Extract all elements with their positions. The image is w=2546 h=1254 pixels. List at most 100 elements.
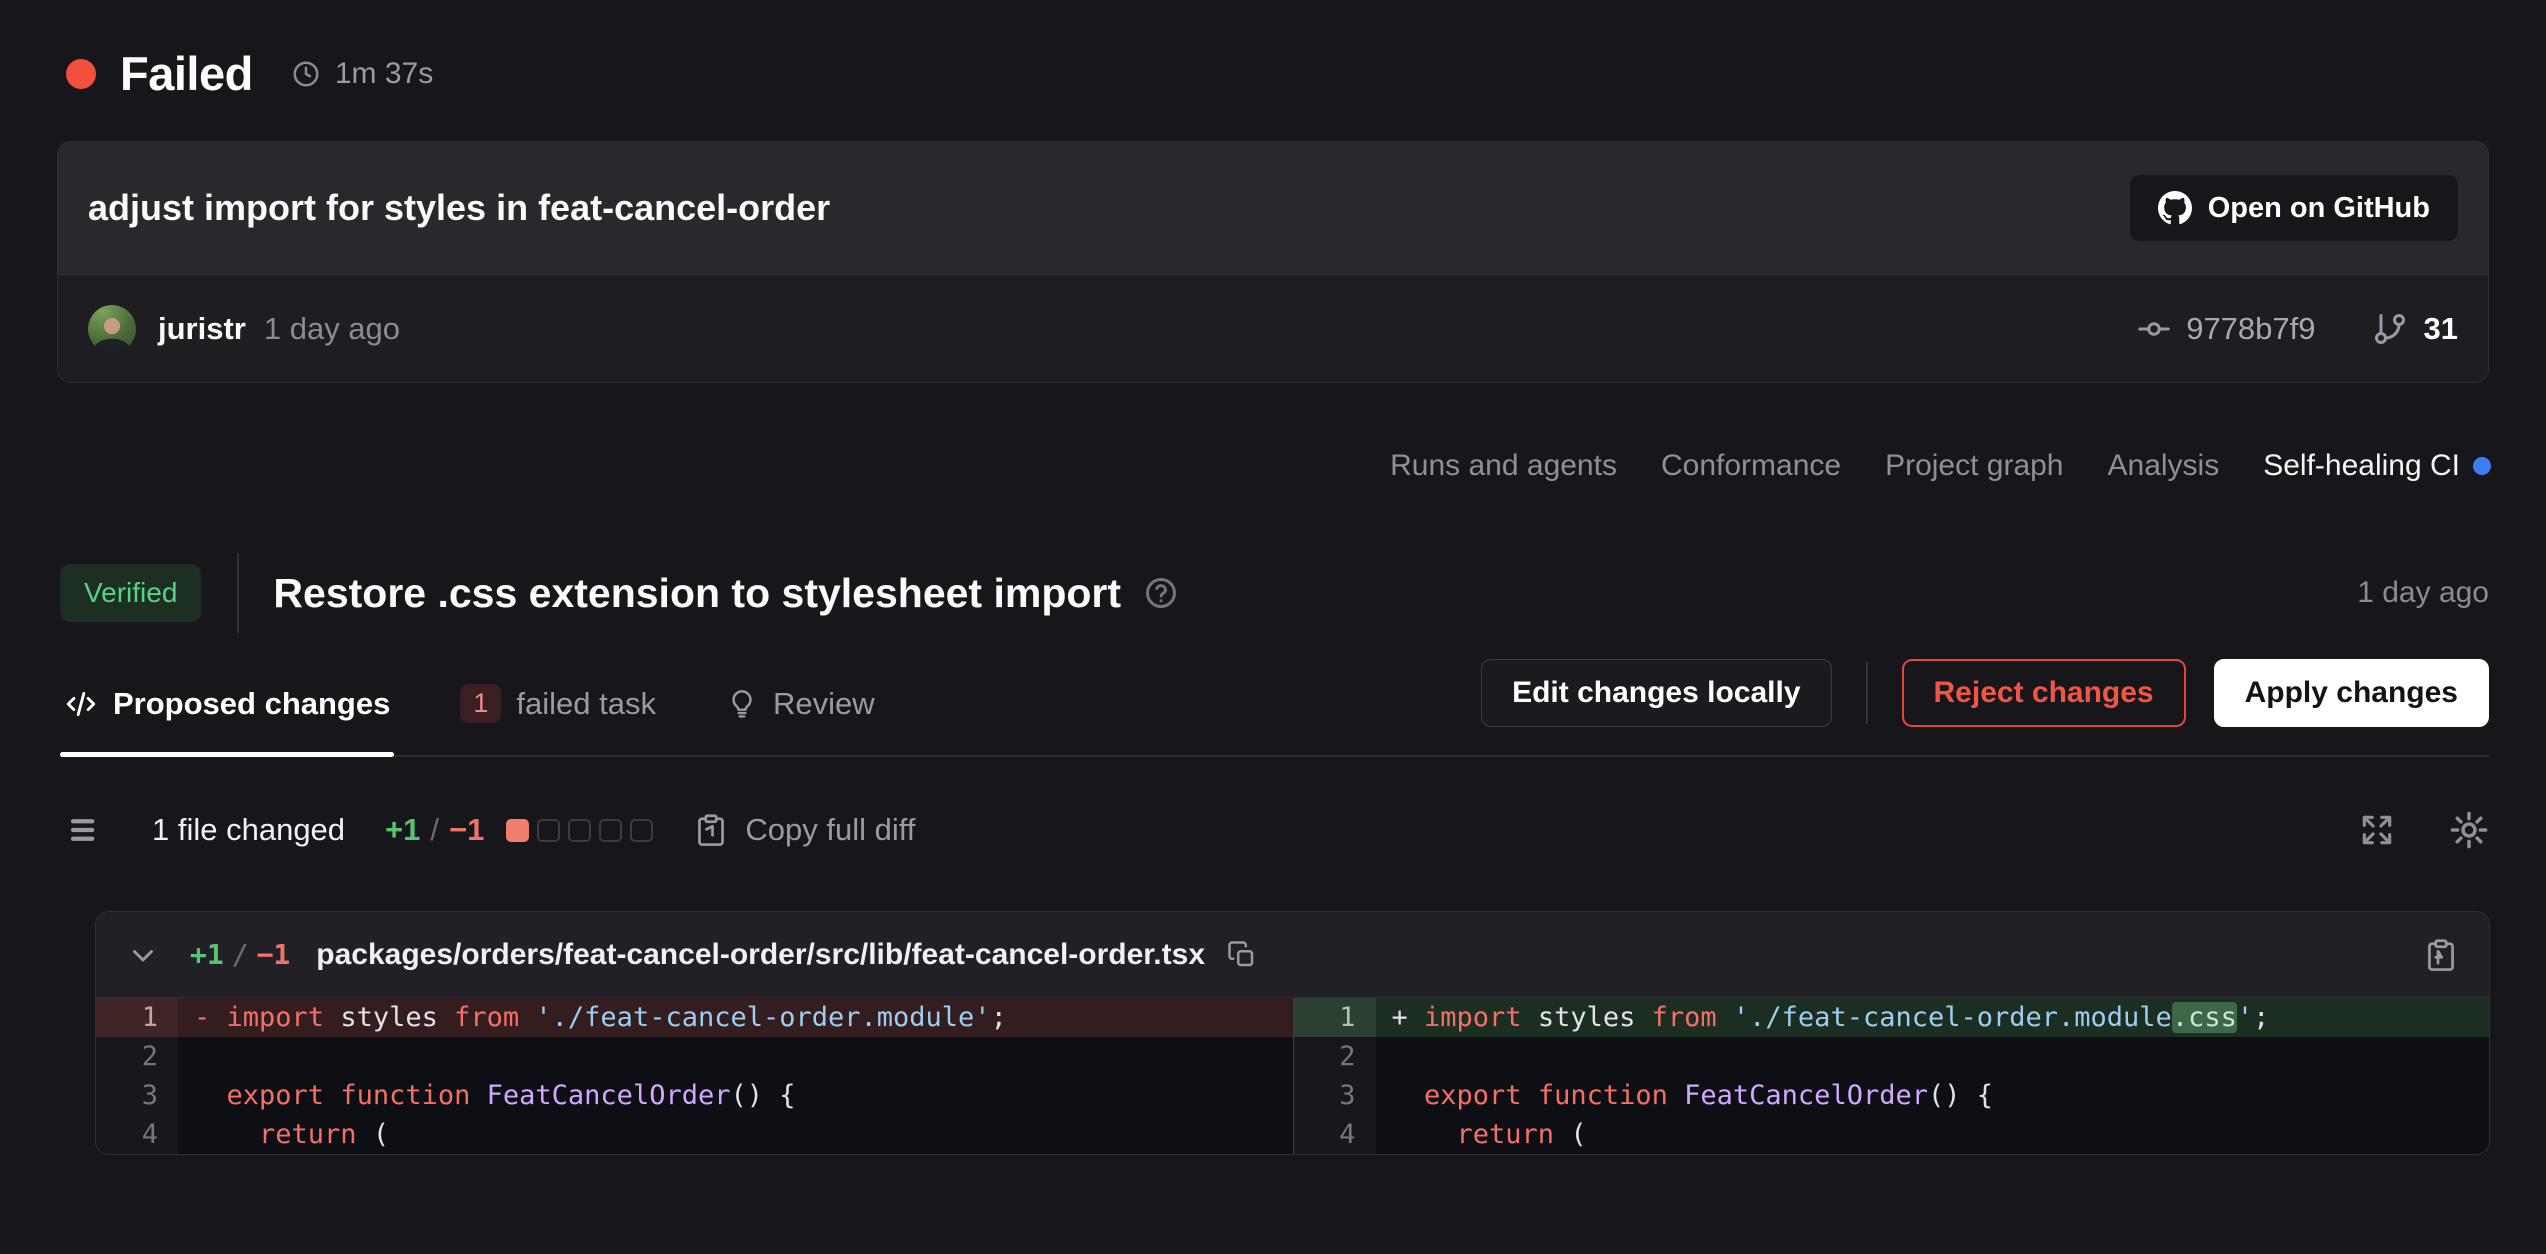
diff-progress-squares bbox=[506, 819, 653, 842]
code-line: + import styles from './feat-cancel-orde… bbox=[1376, 998, 2490, 1037]
clipboard-icon bbox=[2423, 937, 2459, 973]
diff-pane-new: 1+ import styles from './feat-cancel-ord… bbox=[1293, 998, 2490, 1154]
nav-item-label: Conformance bbox=[1661, 449, 1841, 483]
line-number: 2 bbox=[1294, 1037, 1376, 1076]
nav-item-self-healing-ci[interactable]: Self-healing CI bbox=[2263, 449, 2491, 483]
file-delta: +1 / −1 bbox=[190, 941, 290, 969]
edit-changes-locally-button[interactable]: Edit changes locally bbox=[1481, 659, 1831, 727]
line-number: 1 bbox=[1294, 998, 1376, 1037]
tabs: Proposed changes 1 failed task Review bbox=[60, 664, 941, 755]
diff-file-header[interactable]: +1 / −1 packages/orders/feat-cancel-orde… bbox=[96, 912, 2489, 998]
branch-count[interactable]: 31 bbox=[2424, 311, 2458, 347]
diff-line: 4 return ( bbox=[1294, 1115, 2490, 1154]
build-status-label: Failed bbox=[120, 46, 253, 101]
tab-label: Review bbox=[773, 686, 875, 722]
verified-badge: Verified bbox=[60, 564, 201, 622]
help-icon[interactable] bbox=[1143, 575, 1179, 611]
diff-body: 1- import styles from './feat-cancel-ord… bbox=[96, 998, 2489, 1154]
code-line: - import styles from './feat-cancel-orde… bbox=[178, 998, 1293, 1037]
action-buttons: Edit changes locally Reject changes Appl… bbox=[1481, 659, 2489, 755]
progress-square bbox=[630, 819, 653, 842]
delta-slash: / bbox=[430, 812, 439, 848]
fix-title: Restore .css extension to stylesheet imp… bbox=[273, 570, 1121, 617]
failed-status-dot bbox=[66, 59, 96, 89]
line-number: 3 bbox=[96, 1076, 178, 1115]
code-line: export function FeatCancelOrder() { bbox=[178, 1076, 1293, 1115]
chevron-down-icon[interactable] bbox=[126, 938, 160, 972]
clipboard-icon bbox=[693, 812, 729, 848]
file-delta-slash: / bbox=[232, 941, 249, 969]
tab-label: Proposed changes bbox=[113, 686, 390, 722]
apply-changes-button[interactable]: Apply changes bbox=[2214, 659, 2489, 727]
line-number: 4 bbox=[1294, 1115, 1376, 1154]
code-line: export function FeatCancelOrder() { bbox=[1376, 1076, 2490, 1115]
fix-header: Verified Restore .css extension to style… bbox=[60, 553, 2489, 633]
diff-line: 3 export function FeatCancelOrder() { bbox=[96, 1076, 1293, 1115]
copy-icon[interactable] bbox=[1227, 940, 1257, 970]
nav-item-label: Runs and agents bbox=[1390, 449, 1617, 483]
tabs-row: Proposed changes 1 failed task Review Edit … bbox=[60, 659, 2489, 757]
failed-count-badge: 1 bbox=[460, 684, 501, 723]
diff-line: 4 return ( bbox=[96, 1115, 1293, 1154]
commit-hash[interactable]: 9778b7f9 bbox=[2186, 311, 2315, 347]
tab-review[interactable]: Review bbox=[722, 664, 879, 755]
expand-icon[interactable] bbox=[2358, 811, 2396, 849]
commit-card-header: adjust import for styles in feat-cancel-… bbox=[58, 142, 2488, 274]
open-on-github-label: Open on GitHub bbox=[2208, 192, 2430, 225]
code-line: return ( bbox=[178, 1115, 1293, 1154]
diff-line: 3 export function FeatCancelOrder() { bbox=[1294, 1076, 2490, 1115]
deletions-count: −1 bbox=[449, 812, 484, 848]
code-line: return ( bbox=[1376, 1115, 2490, 1154]
gear-icon[interactable] bbox=[2448, 809, 2490, 851]
nav-item-label: Self-healing CI bbox=[2263, 449, 2460, 483]
line-number: 3 bbox=[1294, 1076, 1376, 1115]
tab-label: failed task bbox=[516, 686, 656, 722]
progress-square bbox=[506, 819, 529, 842]
lightbulb-icon bbox=[726, 688, 758, 720]
diff-line: 1- import styles from './feat-cancel-ord… bbox=[96, 998, 1293, 1037]
github-icon bbox=[2158, 191, 2192, 225]
nav-item-conformance[interactable]: Conformance bbox=[1661, 449, 1841, 483]
commit-card: adjust import for styles in feat-cancel-… bbox=[57, 141, 2489, 383]
self-healing-ci-page: Failed 1m 37s adjust import for styles i… bbox=[0, 0, 2546, 1254]
file-additions: +1 bbox=[190, 941, 224, 969]
diff-delta: +1 / −1 bbox=[385, 812, 484, 848]
diff-file-panel: +1 / −1 packages/orders/feat-cancel-orde… bbox=[95, 911, 2490, 1155]
build-duration: 1m 37s bbox=[335, 57, 433, 91]
top-nav: Runs and agents Conformance Project graph A… bbox=[0, 383, 2546, 483]
code-line bbox=[1376, 1037, 2490, 1076]
code-line bbox=[178, 1037, 1293, 1076]
author-avatar[interactable] bbox=[88, 305, 136, 353]
file-deletions: −1 bbox=[257, 941, 291, 969]
tab-failed-task[interactable]: 1 failed task bbox=[456, 664, 660, 755]
copy-file-diff-button[interactable] bbox=[2423, 937, 2459, 973]
diff-toolbar-right bbox=[2358, 809, 2490, 851]
commit-time: 1 day ago bbox=[264, 311, 400, 347]
diff-line: 2 bbox=[96, 1037, 1293, 1076]
notification-dot bbox=[2473, 457, 2491, 475]
nav-item-analysis[interactable]: Analysis bbox=[2108, 449, 2220, 483]
copy-full-diff-button[interactable]: Copy full diff bbox=[693, 812, 915, 848]
clock-icon bbox=[291, 59, 321, 89]
fix-time: 1 day ago bbox=[2357, 576, 2489, 610]
commit-icon bbox=[2136, 311, 2172, 347]
files-changed-label: 1 file changed bbox=[152, 812, 345, 848]
menu-icon[interactable] bbox=[66, 809, 108, 851]
reject-changes-button[interactable]: Reject changes bbox=[1902, 659, 2186, 727]
build-status-row: Failed 1m 37s bbox=[0, 0, 2546, 101]
nav-item-label: Project graph bbox=[1885, 449, 2063, 483]
progress-square bbox=[599, 819, 622, 842]
nav-item-runs-and-agents[interactable]: Runs and agents bbox=[1390, 449, 1617, 483]
actions-divider bbox=[1866, 662, 1868, 724]
line-number: 4 bbox=[96, 1115, 178, 1154]
commit-title: adjust import for styles in feat-cancel-… bbox=[88, 187, 830, 229]
nav-item-project-graph[interactable]: Project graph bbox=[1885, 449, 2063, 483]
commit-author-group: juristr 1 day ago bbox=[88, 305, 400, 353]
file-path: packages/orders/feat-cancel-order/src/li… bbox=[316, 938, 1205, 972]
tab-proposed-changes[interactable]: Proposed changes bbox=[60, 664, 394, 755]
open-on-github-button[interactable]: Open on GitHub bbox=[2130, 175, 2458, 241]
additions-count: +1 bbox=[385, 812, 420, 848]
code-icon bbox=[64, 687, 98, 721]
progress-square bbox=[537, 819, 560, 842]
line-number: 1 bbox=[96, 998, 178, 1037]
